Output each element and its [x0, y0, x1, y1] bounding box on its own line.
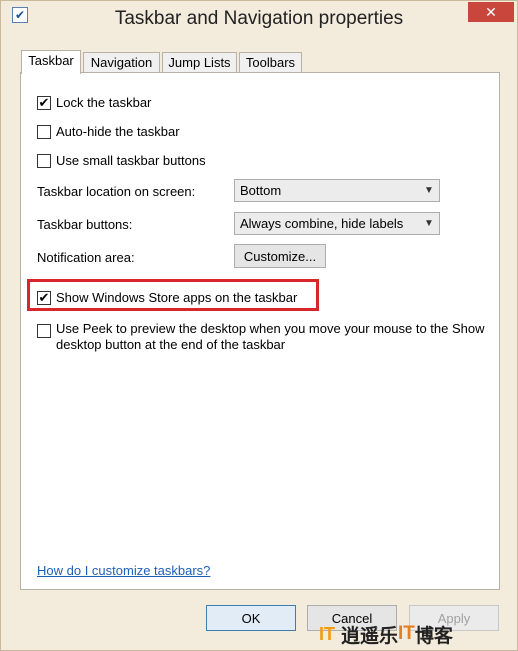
small-buttons-checkbox[interactable] [37, 153, 51, 168]
taskbar-buttons-label: Taskbar buttons: [37, 217, 133, 232]
peek-label: Use Peek to preview the desktop when you… [56, 321, 485, 352]
tab-taskbar[interactable]: Taskbar [21, 50, 81, 74]
store-apps-label: Show Windows Store apps on the taskbar [56, 290, 298, 305]
small-buttons-label: Use small taskbar buttons [56, 153, 206, 168]
lock-taskbar-label: Lock the taskbar [56, 95, 152, 110]
window-title: Taskbar and Navigation properties [114, 8, 404, 29]
customize-help-link[interactable]: How do I customize taskbars? [37, 563, 210, 578]
close-button[interactable]: ✕ [468, 2, 514, 22]
location-select[interactable]: Bottom ▼ [234, 179, 440, 202]
auto-hide-checkbox[interactable] [37, 124, 51, 139]
taskbar-buttons-value: Always combine, hide labels [240, 216, 404, 231]
properties-window: ✔ Taskbar and Navigation properties ✕ Ta… [0, 0, 518, 651]
lock-taskbar-option[interactable]: ✔ Lock the taskbar [37, 95, 151, 110]
tab-toolbars[interactable]: Toolbars [239, 52, 302, 73]
customize-button[interactable]: Customize... [234, 244, 326, 268]
lock-taskbar-checkbox[interactable]: ✔ [37, 95, 51, 110]
tab-jump-lists[interactable]: Jump Lists [162, 52, 237, 73]
chevron-down-icon: ▼ [424, 185, 434, 196]
taskbar-tab-panel: ✔ Lock the taskbar Auto-hide the taskbar… [20, 72, 500, 590]
buttons-row: Taskbar buttons: [37, 217, 132, 232]
auto-hide-label: Auto-hide the taskbar [56, 124, 180, 139]
watermark-text-a: 逍遥乐 [341, 625, 399, 647]
notification-area-label: Notification area: [37, 250, 135, 265]
taskbar-buttons-select[interactable]: Always combine, hide labels ▼ [234, 212, 440, 235]
chevron-down-icon: ▼ [424, 218, 434, 229]
tab-navigation[interactable]: Navigation [83, 52, 160, 73]
store-apps-option[interactable]: ✔ Show Windows Store apps on the taskbar [37, 290, 297, 305]
watermark-logo: IT [319, 623, 335, 644]
notification-row: Notification area: [37, 250, 135, 265]
watermark: IT 逍遥乐 IT 博客 [319, 621, 453, 647]
small-buttons-option[interactable]: Use small taskbar buttons [37, 153, 206, 168]
location-value: Bottom [240, 183, 282, 198]
location-row: Taskbar location on screen: [37, 184, 195, 199]
store-apps-checkbox[interactable]: ✔ [37, 290, 51, 305]
title-bar: ✔ Taskbar and Navigation properties ✕ [1, 1, 517, 39]
ok-button[interactable]: OK [206, 605, 296, 631]
location-label: Taskbar location on screen: [37, 184, 196, 199]
watermark-text-b: IT [398, 623, 415, 644]
watermark-text-c: 博客 [414, 625, 453, 647]
auto-hide-option[interactable]: Auto-hide the taskbar [37, 124, 180, 139]
peek-checkbox[interactable] [37, 324, 51, 338]
peek-option[interactable]: Use Peek to preview the desktop when you… [37, 321, 487, 353]
